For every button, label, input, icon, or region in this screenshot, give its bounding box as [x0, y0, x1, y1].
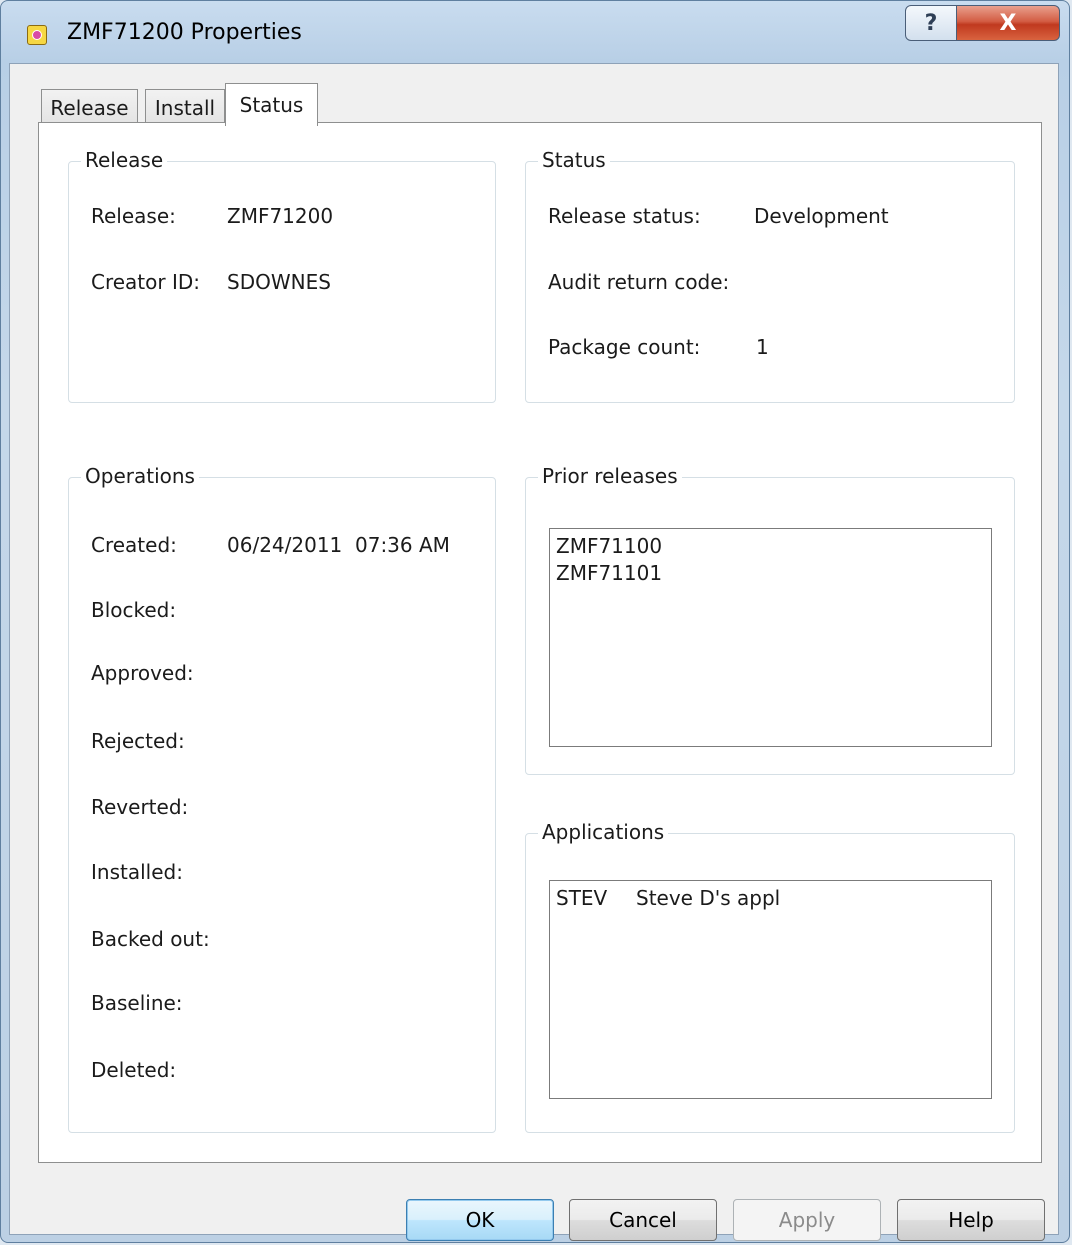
tab-install[interactable]: Install	[145, 89, 225, 125]
backed-out-label: Backed out:	[91, 927, 210, 951]
help-title-button[interactable]: ?	[905, 5, 957, 41]
applications-group-title: Applications	[538, 820, 669, 844]
list-item[interactable]: STEV Steve D's appl	[550, 885, 991, 912]
prior-releases-list[interactable]: ZMF71100 ZMF71101	[549, 528, 992, 747]
applications-group: Applications STEV Steve D's appl	[525, 820, 1015, 1133]
list-item[interactable]: ZMF71100	[550, 533, 991, 560]
release-status-value: Development	[754, 204, 889, 228]
operations-group-title: Operations	[81, 464, 199, 488]
application-code: STEV	[556, 886, 608, 910]
title-bar[interactable]: ZMF71200 Properties ? X	[1, 1, 1069, 63]
applications-list[interactable]: STEV Steve D's appl	[549, 880, 992, 1099]
ok-button[interactable]: OK	[406, 1199, 554, 1241]
installed-label: Installed:	[91, 860, 183, 884]
help-button[interactable]: Help	[897, 1199, 1045, 1241]
baseline-label: Baseline:	[91, 991, 183, 1015]
status-group-title: Status	[538, 148, 610, 172]
status-group: Status Release status: Development Audit…	[525, 148, 1015, 403]
approved-label: Approved:	[91, 661, 194, 685]
tab-status[interactable]: Status	[225, 83, 318, 126]
creator-id-value: SDOWNES	[227, 270, 331, 294]
release-status-label: Release status:	[548, 204, 701, 228]
reverted-label: Reverted:	[91, 795, 189, 819]
release-value: ZMF71200	[227, 204, 334, 228]
created-label: Created:	[91, 533, 177, 557]
audit-return-code-label: Audit return code:	[548, 270, 730, 294]
deleted-label: Deleted:	[91, 1058, 177, 1082]
rejected-label: Rejected:	[91, 729, 185, 753]
created-value: 06/24/2011 07:36 AM	[227, 533, 450, 557]
prior-releases-group: Prior releases ZMF71100 ZMF71101	[525, 464, 1015, 775]
blocked-label: Blocked:	[91, 598, 177, 622]
tab-release[interactable]: Release	[41, 89, 138, 125]
package-count-label: Package count:	[548, 335, 701, 359]
release-group-title: Release	[81, 148, 168, 172]
window-title: ZMF71200 Properties	[67, 20, 302, 45]
package-count-value: 1	[756, 335, 769, 359]
apply-button[interactable]: Apply	[733, 1199, 881, 1241]
dialog-content: Release Install Status Release Release: …	[9, 63, 1059, 1241]
cancel-button[interactable]: Cancel	[569, 1199, 717, 1241]
creator-id-label: Creator ID:	[91, 270, 201, 294]
prior-releases-group-title: Prior releases	[538, 464, 682, 488]
release-group: Release Release: ZMF71200 Creator ID: SD…	[68, 148, 496, 403]
release-label: Release:	[91, 204, 176, 228]
operations-group: Operations Created: 06/24/2011 07:36 AM …	[68, 464, 496, 1133]
status-tab-panel: Release Release: ZMF71200 Creator ID: SD…	[38, 122, 1042, 1163]
list-item[interactable]: ZMF71101	[550, 560, 991, 587]
close-button[interactable]: X	[956, 5, 1060, 41]
application-name: Steve D's appl	[636, 886, 781, 910]
properties-window: ZMF71200 Properties ? X Release Install …	[0, 0, 1070, 1243]
release-icon	[27, 25, 47, 45]
